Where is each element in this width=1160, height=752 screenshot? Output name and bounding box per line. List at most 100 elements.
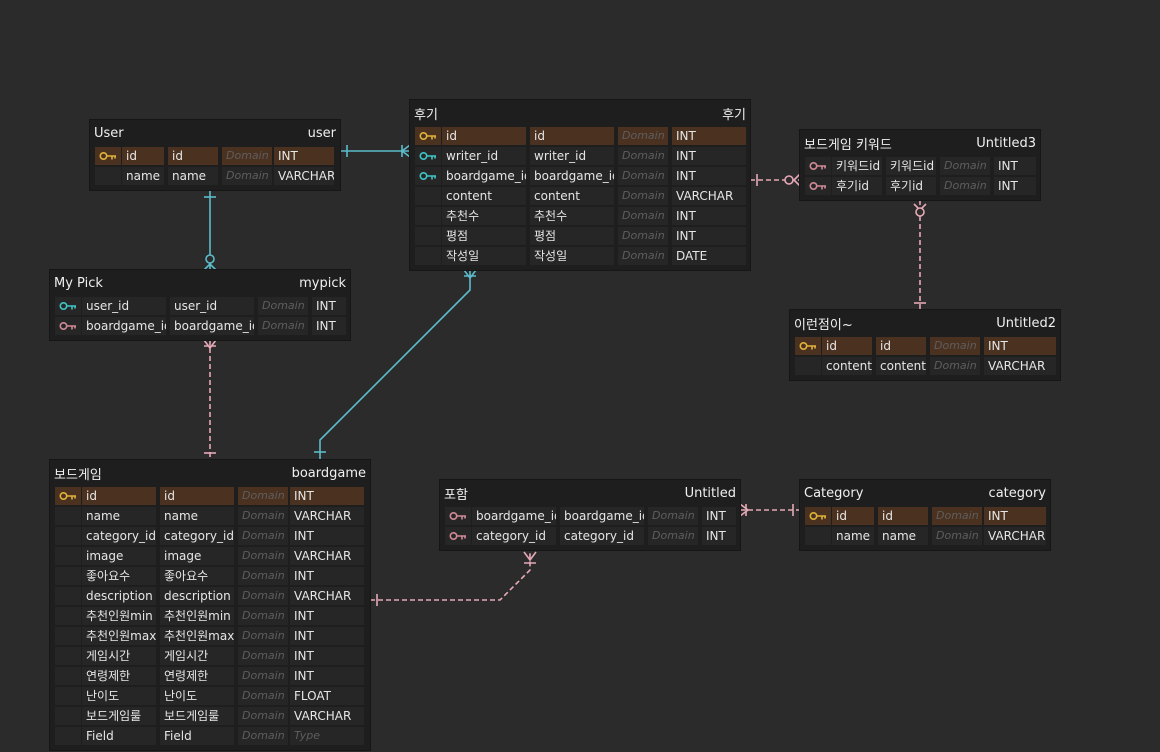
field-row[interactable]: content content Domain VARCHAR — [790, 356, 1060, 376]
field-data-type[interactable]: VARCHAR — [290, 547, 364, 565]
field-domain[interactable]: Domain — [932, 527, 982, 545]
field-row[interactable]: 추천인원max 추천인원max Domain INT — [50, 626, 370, 646]
field-data-type[interactable]: INT — [672, 227, 746, 245]
field-data-type[interactable]: FLOAT — [290, 687, 364, 705]
field-physical-name[interactable]: 후기id — [886, 177, 936, 195]
field-domain[interactable]: Domain — [930, 337, 980, 355]
entity-header[interactable]: My Pick mypick — [50, 270, 350, 296]
field-row[interactable]: 작성일 작성일 Domain DATE — [410, 246, 750, 266]
field-physical-name[interactable]: name — [878, 527, 928, 545]
entity-header[interactable]: User user — [90, 120, 340, 146]
field-domain[interactable]: Domain — [238, 507, 288, 525]
field-physical-name[interactable]: image — [160, 547, 234, 565]
entity-untitled2[interactable]: 이런점이~ Untitled2 id id Domain INT content conten… — [790, 310, 1060, 380]
field-domain[interactable]: Domain — [648, 507, 698, 525]
entity-header[interactable]: 후기 후기 — [410, 100, 750, 126]
field-data-type[interactable]: INT — [672, 147, 746, 165]
field-data-type[interactable]: INT — [290, 567, 364, 585]
field-row[interactable]: boardgame_id boardgame_id Domain INT — [50, 316, 350, 336]
field-logical-name[interactable]: id — [122, 147, 164, 165]
field-domain[interactable]: Domain — [238, 707, 288, 725]
field-data-type[interactable]: INT — [290, 607, 364, 625]
field-domain[interactable]: Domain — [648, 527, 698, 545]
field-physical-name[interactable]: id — [876, 337, 926, 355]
field-physical-name[interactable]: 게임시간 — [160, 647, 234, 665]
field-domain[interactable]: Domain — [618, 187, 668, 205]
field-domain[interactable]: Domain — [238, 647, 288, 665]
field-physical-name[interactable]: 난이도 — [160, 687, 234, 705]
field-row[interactable]: name name Domain VARCHAR — [800, 526, 1050, 546]
field-physical-name[interactable]: 추천인원max — [160, 627, 234, 645]
field-logical-name[interactable]: 후기id — [832, 177, 882, 195]
field-logical-name[interactable]: Field — [82, 727, 156, 745]
field-row[interactable]: name name Domain VARCHAR — [50, 506, 370, 526]
field-row[interactable]: id id Domain INT — [410, 126, 750, 146]
field-physical-name[interactable]: category_id — [160, 527, 234, 545]
entity-mypick[interactable]: My Pick mypick user_id user_id Domain INT boar… — [50, 270, 350, 340]
field-logical-name[interactable]: id — [822, 337, 872, 355]
field-logical-name[interactable]: 키워드id — [832, 157, 882, 175]
field-physical-name[interactable]: category_id — [560, 527, 644, 545]
entity-header[interactable]: Category category — [800, 480, 1050, 506]
field-physical-name[interactable]: writer_id — [530, 147, 614, 165]
field-domain[interactable]: Domain — [238, 587, 288, 605]
field-logical-name[interactable]: name — [832, 527, 874, 545]
field-logical-name[interactable]: 작성일 — [442, 247, 526, 265]
field-domain[interactable]: Domain — [618, 147, 668, 165]
field-data-type[interactable]: INT — [672, 207, 746, 225]
field-physical-name[interactable]: 좋아요수 — [160, 567, 234, 585]
field-logical-name[interactable]: name — [122, 167, 164, 185]
field-domain[interactable]: Domain — [238, 727, 288, 745]
field-physical-name[interactable]: id — [530, 127, 614, 145]
field-data-type[interactable]: INT — [984, 507, 1046, 525]
field-row[interactable]: Field Field Domain Type — [50, 726, 370, 746]
field-logical-name[interactable]: writer_id — [442, 147, 526, 165]
field-row[interactable]: 보드게임룰 보드게임룰 Domain VARCHAR — [50, 706, 370, 726]
field-logical-name[interactable]: boardgame_id — [82, 317, 166, 335]
field-row[interactable]: category_id category_id Domain INT — [440, 526, 740, 546]
field-data-type[interactable]: INT — [702, 507, 736, 525]
field-data-type[interactable]: Type — [290, 727, 364, 745]
field-domain[interactable]: Domain — [618, 207, 668, 225]
field-data-type[interactable]: INT — [672, 127, 746, 145]
field-physical-name[interactable]: 보드게임룰 — [160, 707, 234, 725]
field-logical-name[interactable]: user_id — [82, 297, 166, 315]
field-data-type[interactable]: INT — [312, 297, 346, 315]
field-logical-name[interactable]: 난이도 — [82, 687, 156, 705]
field-domain[interactable]: Domain — [618, 227, 668, 245]
field-logical-name[interactable]: boardgame_id — [472, 507, 556, 525]
entity-keyword[interactable]: 보드게임 키워드 Untitled3 키워드id 키워드id Domain INT 후기id… — [800, 130, 1040, 200]
field-logical-name[interactable]: description — [82, 587, 156, 605]
field-domain[interactable]: Domain — [932, 507, 982, 525]
entity-header[interactable]: 보드게임 키워드 Untitled3 — [800, 130, 1040, 156]
field-row[interactable]: name name Domain VARCHAR — [90, 166, 340, 186]
field-row[interactable]: writer_id writer_id Domain INT — [410, 146, 750, 166]
entity-user[interactable]: User user id id Domain INT name name Domain VARCH… — [90, 120, 340, 190]
field-row[interactable]: boardgame_id boardgame_id Domain INT — [440, 506, 740, 526]
field-domain[interactable]: Domain — [238, 607, 288, 625]
field-domain[interactable]: Domain — [618, 247, 668, 265]
field-data-type[interactable]: INT — [290, 647, 364, 665]
field-logical-name[interactable]: content — [822, 357, 872, 375]
field-domain[interactable]: Domain — [238, 687, 288, 705]
field-physical-name[interactable]: 작성일 — [530, 247, 614, 265]
field-logical-name[interactable]: category_id — [82, 527, 156, 545]
field-domain[interactable]: Domain — [222, 147, 272, 165]
field-logical-name[interactable]: id — [442, 127, 526, 145]
field-data-type[interactable]: INT — [290, 627, 364, 645]
field-data-type[interactable]: INT — [984, 337, 1056, 355]
field-logical-name[interactable]: 추천인원min — [82, 607, 156, 625]
field-physical-name[interactable]: id — [168, 147, 218, 165]
field-domain[interactable]: Domain — [258, 297, 308, 315]
field-logical-name[interactable]: id — [832, 507, 874, 525]
field-row[interactable]: id id Domain INT — [50, 486, 370, 506]
field-data-type[interactable]: INT — [702, 527, 736, 545]
field-domain[interactable]: Domain — [238, 667, 288, 685]
field-physical-name[interactable]: 추천수 — [530, 207, 614, 225]
field-row[interactable]: 평점 평점 Domain INT — [410, 226, 750, 246]
field-logical-name[interactable]: id — [82, 487, 156, 505]
field-logical-name[interactable]: category_id — [472, 527, 556, 545]
field-data-type[interactable]: VARCHAR — [290, 587, 364, 605]
field-data-type[interactable]: INT — [312, 317, 346, 335]
field-physical-name[interactable]: content — [530, 187, 614, 205]
